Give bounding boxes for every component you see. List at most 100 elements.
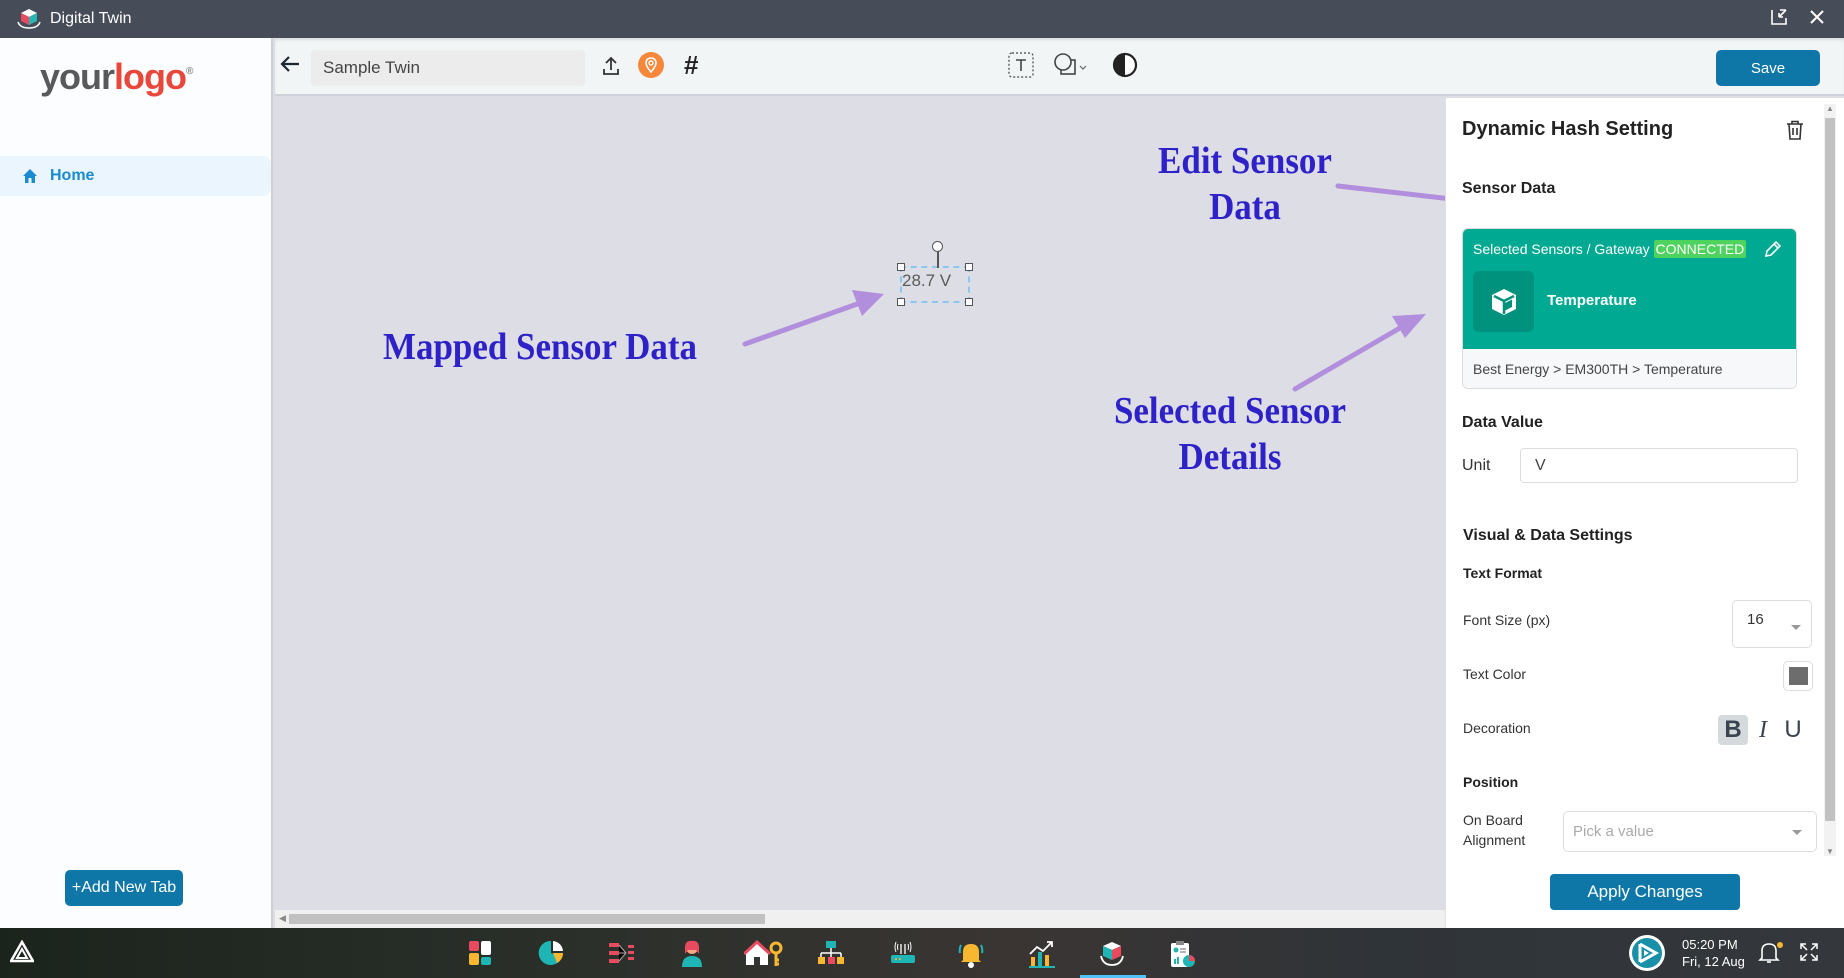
fullscreen-icon[interactable] <box>1799 942 1827 970</box>
sensor-value-widget[interactable]: 28.7 V <box>897 241 973 306</box>
home-icon <box>22 168 38 184</box>
arrow-left-icon[interactable] <box>279 52 303 83</box>
position-heading: Position <box>1463 774 1519 790</box>
sensor-card-header: Selected Sensors / Gateway CONNECTED Tem… <box>1463 229 1796 349</box>
annotation-line: Selected Sensor <box>1113 390 1347 432</box>
bold-button[interactable]: B <box>1718 715 1748 745</box>
status-badge: CONNECTED <box>1653 240 1747 258</box>
italic-button[interactable]: I <box>1748 715 1778 745</box>
restore-window-icon[interactable] <box>1770 8 1788 31</box>
annotation-line: Data <box>1209 186 1281 228</box>
color-preview <box>1789 667 1808 685</box>
font-size-label: Font Size (px) <box>1463 612 1551 628</box>
rotation-line <box>937 250 939 268</box>
resize-handle-top-left[interactable] <box>897 263 905 271</box>
sidebar-item-home[interactable]: Home <box>0 156 271 196</box>
brand-logo-icon[interactable] <box>1628 934 1666 972</box>
notification-bell-icon[interactable] <box>1758 941 1786 969</box>
sensor-cube-icon <box>1473 271 1534 332</box>
text-tool-icon[interactable] <box>1008 52 1034 83</box>
contrast-icon[interactable] <box>1112 52 1138 83</box>
sidebar: yourlogo® Home +Add New Tab <box>0 38 273 928</box>
panel-vertical-scrollbar[interactable]: ▲ ▼ <box>1824 104 1836 856</box>
sensor-data-heading: Sensor Data <box>1462 180 1556 197</box>
text-color-swatch[interactable] <box>1783 661 1813 691</box>
flow-app-icon[interactable] <box>608 940 636 968</box>
decoration-label: Decoration <box>1463 720 1531 736</box>
annotation-mapped-sensor-data: Mapped Sensor Data <box>382 326 698 368</box>
settings-panel: Dynamic Hash Setting Sensor Data Selecte… <box>1445 98 1844 928</box>
data-value-heading: Data Value <box>1462 414 1543 431</box>
underline-button[interactable]: U <box>1778 715 1808 745</box>
unit-label: Unit <box>1462 457 1491 474</box>
annotation-edit-sensor-data: Edit Sensor Data <box>1130 138 1360 230</box>
selected-sensors-text: Selected Sensors / Gateway <box>1473 241 1650 257</box>
add-new-tab-button[interactable]: +Add New Tab <box>65 870 183 906</box>
on-board-alignment-label: On Board Alignment <box>1463 810 1525 850</box>
home-access-app-icon[interactable] <box>742 939 784 968</box>
logo-text-your: your <box>40 56 115 97</box>
twin-name-input[interactable] <box>311 50 585 86</box>
launcher-icon[interactable] <box>8 939 38 968</box>
reports-app-icon[interactable] <box>1028 940 1056 968</box>
digital-twin-app-icon[interactable] <box>1098 940 1126 968</box>
scrollbar-thumb[interactable] <box>289 914 765 924</box>
dashboard-app-icon[interactable] <box>468 940 496 968</box>
resize-handle-top-right[interactable] <box>965 263 973 271</box>
taskbar: 05:20 PM Fri, 12 Aug <box>0 928 1844 978</box>
scrollbar-thumb[interactable] <box>1825 118 1835 821</box>
sensor-card: Selected Sensors / Gateway CONNECTED Tem… <box>1462 228 1797 389</box>
clock-date: Fri, 12 Aug <box>1682 954 1745 969</box>
apply-changes-button[interactable]: Apply Changes <box>1550 874 1740 910</box>
alarm-app-icon[interactable] <box>958 940 986 968</box>
alignment-select[interactable]: Pick a value <box>1563 811 1817 852</box>
rotation-handle[interactable] <box>932 241 943 252</box>
sensor-path: Best Energy > EM300TH > Temperature <box>1463 349 1796 388</box>
close-icon[interactable] <box>1808 8 1826 31</box>
scroll-down-icon[interactable]: ▼ <box>1826 847 1834 856</box>
logo-text-logo: logo <box>114 56 187 97</box>
user-app-icon[interactable] <box>680 940 708 968</box>
clock-time: 05:20 PM <box>1682 937 1738 952</box>
chevron-down-icon <box>1792 830 1802 835</box>
unit-input[interactable] <box>1520 448 1798 483</box>
scroll-left-icon[interactable]: ◀ <box>279 913 286 924</box>
font-size-select[interactable]: 16 <box>1732 600 1812 648</box>
text-format-heading: Text Format <box>1463 565 1543 581</box>
gateway-app-icon[interactable] <box>890 940 918 968</box>
trash-icon[interactable] <box>1786 120 1804 145</box>
panel-title: Dynamic Hash Setting <box>1462 118 1674 140</box>
sensor-name: Temperature <box>1547 292 1637 309</box>
analytics-app-icon[interactable] <box>538 940 566 968</box>
visual-data-settings-heading: Visual & Data Settings <box>1463 527 1633 544</box>
location-pin-icon[interactable] <box>638 52 664 83</box>
annotation-line: Edit Sensor <box>1158 140 1332 182</box>
hash-icon[interactable]: # <box>684 52 698 78</box>
logo-registered-mark: ® <box>186 66 193 77</box>
selected-sensors-label: Selected Sensors / Gateway CONNECTED <box>1473 240 1747 258</box>
shapes-icon[interactable] <box>1053 52 1091 83</box>
window-title: Digital Twin <box>50 10 132 27</box>
upload-icon[interactable] <box>601 55 621 82</box>
window-titlebar: Digital Twin <box>0 0 1844 38</box>
font-size-value: 16 <box>1747 611 1764 628</box>
label-line: Alignment <box>1463 832 1526 848</box>
chevron-down-icon <box>1791 625 1801 630</box>
system-clock: 05:20 PM Fri, 12 Aug <box>1682 936 1745 970</box>
save-button[interactable]: Save <box>1716 50 1820 86</box>
alignment-placeholder: Pick a value <box>1573 823 1654 840</box>
resize-handle-bottom-left[interactable] <box>897 298 905 306</box>
label-line: On Board <box>1463 812 1523 828</box>
clipboard-report-app-icon[interactable] <box>1168 940 1196 968</box>
annotation-line: Details <box>1178 436 1282 478</box>
canvas-horizontal-scrollbar[interactable]: ◀ <box>275 910 1445 928</box>
hierarchy-app-icon[interactable] <box>818 940 846 968</box>
logo: yourlogo® <box>40 56 193 98</box>
resize-handle-bottom-right[interactable] <box>965 298 973 306</box>
scroll-up-icon[interactable]: ▲ <box>1826 104 1834 113</box>
editor-toolbar: # Save <box>275 38 1844 96</box>
sidebar-item-label: Home <box>50 167 95 184</box>
annotation-selected-sensor-details: Selected Sensor Details <box>1097 388 1364 480</box>
sensor-value-text: 28.7 V <box>902 271 952 290</box>
pencil-icon[interactable] <box>1763 239 1783 264</box>
